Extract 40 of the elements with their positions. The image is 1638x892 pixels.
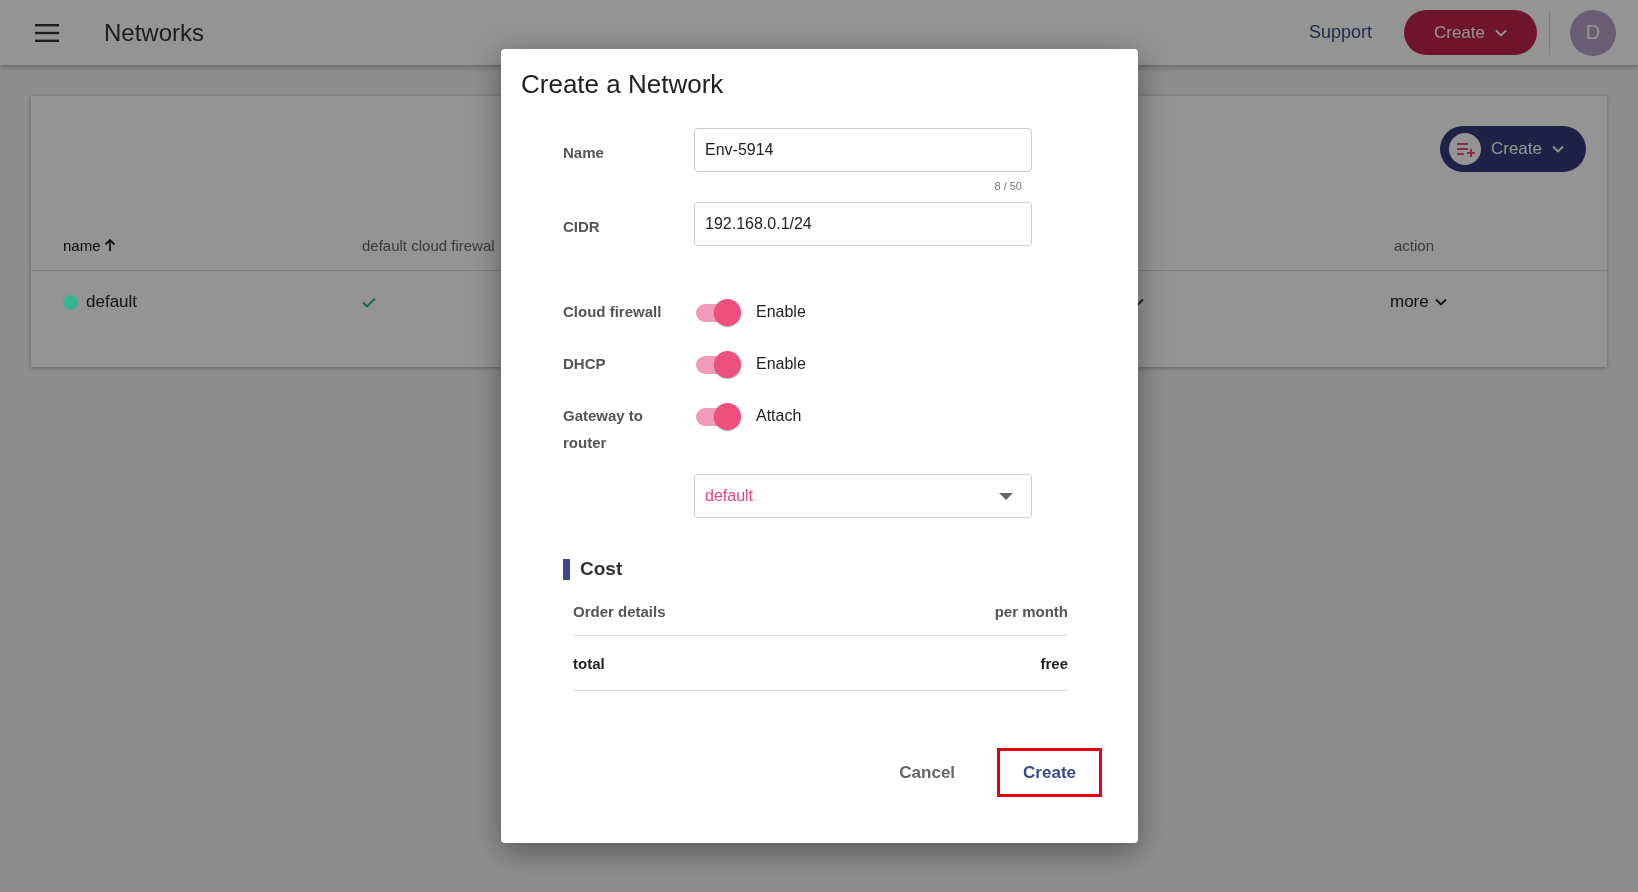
- dropdown-arrow-icon: [999, 492, 1013, 500]
- toggle-label: Cloud firewall: [563, 302, 663, 322]
- section-title: Cost: [580, 558, 623, 580]
- column-header: Order details: [573, 603, 666, 620]
- add-list-icon: [1448, 133, 1481, 165]
- toggle-switch[interactable]: [694, 350, 742, 380]
- character-counter: 8 / 50: [994, 179, 1023, 194]
- support-link[interactable]: Support: [1308, 22, 1372, 43]
- column-header: per month: [994, 603, 1068, 620]
- dialog-title: Create a Network: [521, 69, 725, 100]
- router-select[interactable]: default: [694, 474, 1032, 518]
- input-field[interactable]: Env-5914: [694, 128, 1032, 172]
- section-marker: [563, 558, 570, 580]
- cost-label: total: [573, 654, 605, 672]
- create-button[interactable]: Create: [997, 748, 1102, 797]
- column-header[interactable]: action: [1394, 236, 1435, 254]
- chevron-down-icon: [1434, 298, 1447, 306]
- field-label: CIDR: [563, 217, 601, 237]
- toggle-label: Gateway to router: [563, 406, 645, 453]
- menu-icon[interactable]: [35, 23, 59, 42]
- cost-value: free: [1040, 654, 1068, 672]
- toggle-switch[interactable]: [694, 402, 742, 432]
- more-menu-button[interactable]: more: [1390, 292, 1447, 312]
- network-name: default: [86, 292, 138, 312]
- toggle-text: Enable: [756, 354, 806, 374]
- chevron-down-icon: [1552, 145, 1564, 153]
- chevron-down-icon: [1495, 28, 1507, 37]
- toggle-label: DHCP: [563, 354, 607, 374]
- page-title: Networks: [104, 18, 205, 47]
- create-button[interactable]: Create: [1403, 10, 1537, 55]
- toggle-text: Enable: [756, 302, 806, 322]
- toggle-switch[interactable]: [694, 298, 742, 328]
- arrow-up-icon[interactable]: [103, 238, 116, 252]
- toggle-text: Attach: [756, 406, 802, 426]
- field-label: Name: [563, 143, 605, 163]
- input-field[interactable]: 192.168.0.1/24: [694, 202, 1032, 246]
- cancel-button[interactable]: Cancel: [887, 752, 968, 793]
- column-header[interactable]: default cloud firewal: [362, 236, 495, 254]
- column-header[interactable]: name: [63, 236, 101, 254]
- create-button[interactable]: Create: [1439, 126, 1586, 172]
